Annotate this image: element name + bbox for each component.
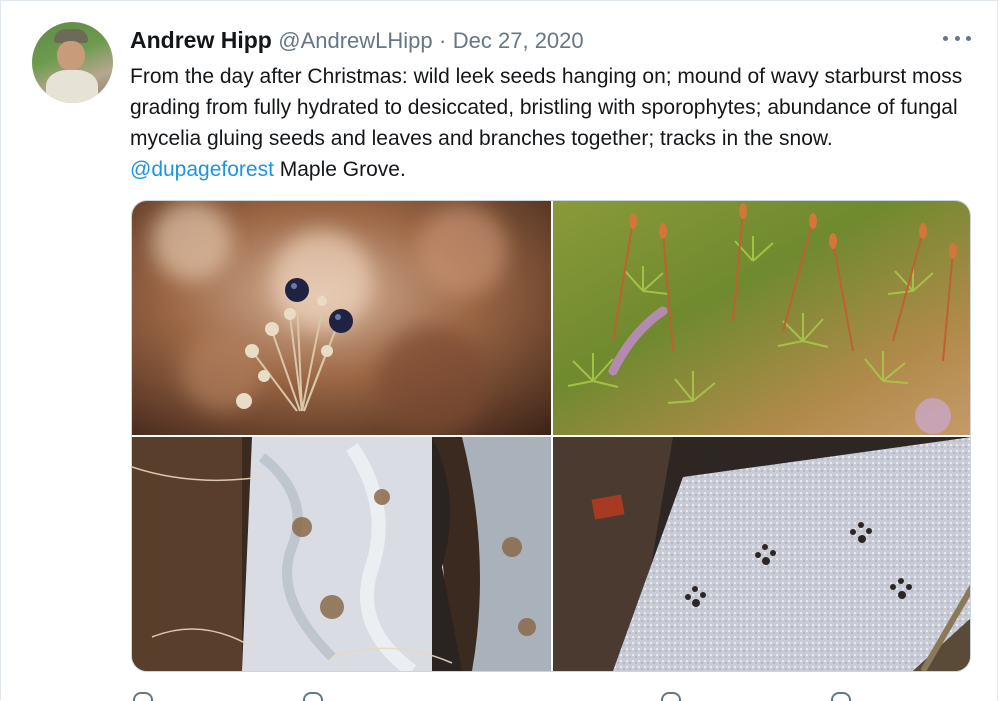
author-avatar[interactable] (32, 22, 113, 103)
tweet-card[interactable]: Andrew Hipp @AndrewLHipp · Dec 27, 2020 … (0, 0, 998, 701)
mention-link[interactable]: @dupageforest (130, 158, 274, 181)
more-dot (943, 35, 948, 41)
header-separator: · (439, 28, 447, 53)
author-name[interactable]: Andrew Hipp (130, 27, 272, 53)
photo-fungal-mycelia[interactable] (132, 437, 551, 671)
tweet-header: Andrew Hipp @AndrewLHipp · Dec 27, 2020 (130, 26, 584, 55)
avatar-face (57, 41, 85, 71)
more-horizontal-icon[interactable] (943, 29, 971, 47)
tweet-date[interactable]: Dec 27, 2020 (453, 28, 584, 53)
tweet-text-tail: Maple Grove. (273, 158, 406, 181)
tweet-text-body: From the day after Christmas: wild leek … (130, 65, 963, 150)
more-dot (954, 35, 960, 41)
photo-wild-leek-seeds[interactable] (132, 201, 551, 435)
more-dot (966, 35, 971, 41)
author-handle[interactable]: @AndrewLHipp (278, 28, 432, 53)
avatar-body (46, 70, 98, 103)
media-grid (131, 200, 971, 672)
tweet-text: From the day after Christmas: wild leek … (130, 61, 980, 185)
photo-tracks-in-snow[interactable] (553, 437, 970, 671)
photo-starburst-moss[interactable] (553, 201, 970, 435)
tweet-actions (131, 685, 971, 701)
